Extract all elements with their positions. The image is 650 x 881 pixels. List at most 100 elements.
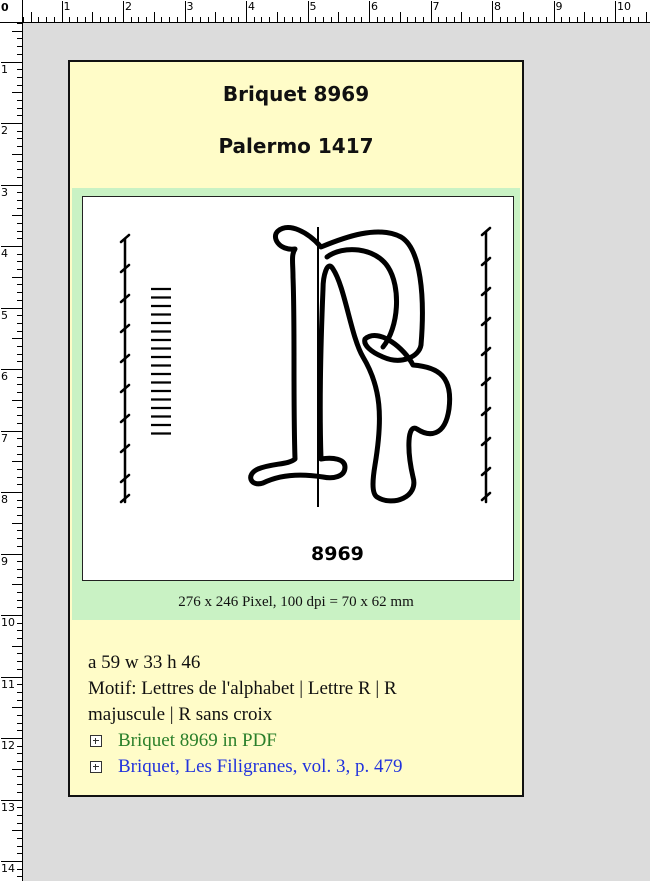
ruler-corner: 0 [0,0,23,23]
ruler-tick [369,1,370,22]
ruler-tick [17,599,22,601]
ruler-tick [17,76,22,78]
ruler-tick [17,691,22,693]
ruler-tick [17,69,22,71]
ruler-tick [438,17,440,22]
ruler-tick [17,115,22,117]
ruler-number: 7 [432,0,440,13]
ruler-tick [12,645,22,647]
ruler-tick [53,17,55,22]
ruler-tick [17,668,22,670]
ruler-tick [17,530,22,532]
ruler-tick [17,822,22,824]
ruler-tick [17,661,22,663]
ruler-tick [12,276,22,278]
ruler-number: 7 [1,431,8,445]
ruler-number: 11 [1,677,15,691]
ruler-tick [17,638,22,640]
ruler-tick [17,545,22,547]
ruler-tick [17,684,22,686]
ruler-tick [17,453,22,455]
left-chain-line [119,233,131,504]
ruler-tick [17,261,22,263]
filigranes-volume-link[interactable]: Briquet, Les Filigranes, vol. 3, p. 479 [118,754,402,780]
ruler-tick [115,17,117,22]
ruler-tick [17,345,22,347]
ruler-tick [17,407,22,409]
ruler-tick [17,499,22,501]
watermark-tracing [119,225,492,507]
ruler-tick [17,230,22,232]
watermark-place-date: Palermo 1417 [218,134,374,158]
ruler-tick [17,568,22,570]
ruler-tick [430,1,432,22]
watermark-image[interactable]: 8969 [82,196,514,581]
ruler-tick [17,415,22,417]
ruler-tick [17,361,22,363]
ruler-tick [69,17,71,22]
ruler-tick [17,53,22,55]
ruler-tick [12,522,22,524]
ruler-tick [17,607,22,609]
ruler-tick [12,338,22,340]
ruler-tick [468,17,470,22]
dimension-values: a 59 w 33 h 46 [88,652,201,673]
ruler-tick [138,17,140,22]
ruler-number: 1 [63,0,71,13]
ruler-number: 14 [1,862,15,875]
ruler-tick [17,837,22,839]
motif-line-1: Motif: Lettres de l'alphabet | Lettre R … [88,678,397,699]
ruler-tick [17,853,22,855]
ruler-tick [17,107,22,109]
expand-icon[interactable] [90,761,102,773]
watermark-card: Briquet 8969 Palermo 1417 8969 276 x 246… [68,60,524,797]
ruler-tick [123,1,124,22]
ruler-tick [12,768,22,770]
ruler-tick [17,438,22,440]
ruler-tick [17,392,22,394]
ruler-tick [17,876,22,878]
ruler-tick [17,322,22,324]
ruler-number: 4 [248,0,255,13]
ruler-tick [17,384,22,386]
ruler-tick [17,192,22,194]
ruler-tick [12,461,22,463]
ruler-tick [561,17,563,22]
ruler-tick [17,269,22,271]
briquet-pdf-link[interactable]: Briquet 8969 in PDF [118,728,277,754]
ruler-tick [17,99,22,101]
ruler-tick [169,17,171,22]
ruler-tick [76,17,78,22]
ruler-tick [17,23,22,25]
expand-icon[interactable] [90,735,102,747]
ruler-tick [630,17,632,22]
ruler-tick [499,17,501,22]
ruler-number: 6 [1,370,8,383]
ruler-number: 10 [617,0,631,13]
ruler-tick [345,17,347,22]
ruler-tick [17,814,22,816]
ruler-tick [238,17,240,22]
ruler-number: 5 [309,0,317,13]
ruler-tick [17,146,22,148]
ruler-tick [17,315,22,317]
ruler-tick [507,17,509,22]
pdf-link-row[interactable]: Briquet 8969 in PDF [90,728,508,754]
ruler-tick [461,12,463,22]
image-dimensions-caption: 276 x 246 Pixel, 100 dpi = 70 x 62 mm [178,594,414,610]
ruler-tick [407,17,409,22]
horizontal-ruler: 1 2 3 4 5 6 7 8 9 10 [0,0,650,23]
ruler-tick [17,84,22,86]
ruler-tick [17,376,22,378]
ruler-tick [591,17,593,22]
ruler-tick [17,784,22,786]
filigranes-link-row[interactable]: Briquet, Les Filigranes, vol. 3, p. 479 [90,754,508,780]
ruler-tick [12,215,22,217]
ruler-tick [17,868,22,870]
ruler-tick [515,17,517,22]
ruler-number: 6 [371,0,378,13]
ruler-tick [215,12,217,22]
ruler-tick [292,17,294,22]
ruler-number: 2 [1,124,8,137]
ruler-tick [522,12,524,22]
